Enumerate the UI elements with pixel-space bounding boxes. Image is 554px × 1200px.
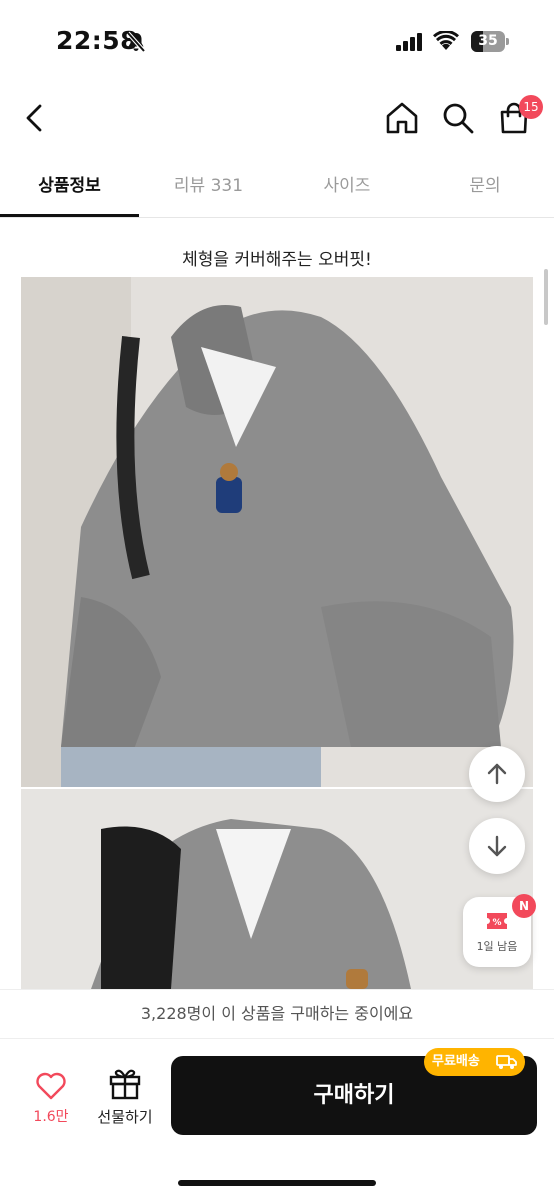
cellular-signal-icon (396, 33, 422, 51)
free-shipping-badge: 무료배송 (424, 1048, 525, 1076)
gift-button[interactable]: 선물하기 (90, 1066, 160, 1130)
scrollbar-thumb[interactable] (544, 269, 548, 325)
product-tab-bar: 상품정보 리뷰 331 사이즈 문의 (0, 160, 554, 218)
arrow-up-icon (487, 763, 507, 785)
coupon-expiry-label: 1일 남음 (476, 940, 518, 953)
like-button[interactable]: 1.6만 (26, 1070, 76, 1130)
battery-level: 35 (478, 33, 498, 49)
search-icon[interactable] (438, 98, 478, 138)
tab-reviews[interactable]: 리뷰 331 (139, 160, 278, 218)
cart-count-badge: 15 (519, 95, 543, 119)
gift-icon (109, 1069, 141, 1100)
scroll-down-button[interactable] (469, 818, 525, 874)
truck-icon (496, 1055, 517, 1069)
product-headline: 체형을 커버해주는 오버핏! (182, 250, 372, 270)
home-indicator (178, 1180, 376, 1186)
svg-text:%: % (492, 918, 501, 928)
status-bar: 22:58 35 (0, 0, 554, 84)
coupon-new-badge: N (512, 894, 536, 918)
tab-product-info[interactable]: 상품정보 (0, 160, 139, 218)
product-photo-2 (21, 789, 533, 989)
battery-indicator: 35 (471, 31, 509, 52)
buyers-count-banner: 3,228명이 이 상품을 구매하는 중이에요 (0, 989, 554, 1039)
heart-icon (36, 1072, 66, 1100)
back-arrow-icon[interactable] (18, 96, 54, 140)
tab-inquiry[interactable]: 문의 (416, 160, 554, 218)
product-photo-1 (21, 277, 533, 787)
scroll-up-button[interactable] (469, 746, 525, 802)
bell-muted-icon (126, 31, 146, 53)
top-nav-bar (0, 90, 554, 150)
like-count: 1.6만 (33, 1109, 69, 1125)
gift-label: 선물하기 (97, 1108, 153, 1126)
tab-size[interactable]: 사이즈 (278, 160, 416, 218)
free-shipping-label: 무료배송 (432, 1054, 480, 1069)
active-tab-indicator (0, 214, 139, 217)
home-icon[interactable] (382, 98, 422, 138)
arrow-down-icon (487, 835, 507, 857)
wifi-icon (433, 31, 459, 50)
